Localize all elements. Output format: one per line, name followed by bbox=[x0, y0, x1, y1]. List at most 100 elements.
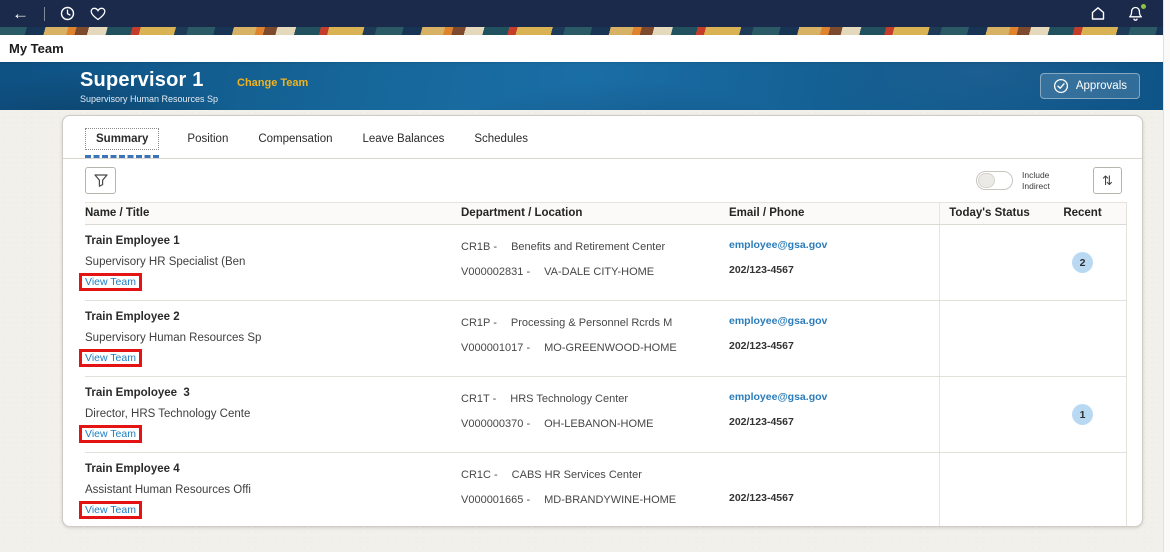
location: MO-GREENWOOD-HOME bbox=[544, 342, 677, 354]
dept-name: CABS HR Services Center bbox=[511, 469, 642, 481]
email-link[interactable]: employee@gsa.gov bbox=[729, 239, 939, 252]
employee-name: Train Empoloyee 3 bbox=[85, 387, 190, 399]
view-team-link[interactable]: View Team bbox=[85, 352, 136, 364]
notification-dot bbox=[1141, 3, 1146, 9]
header-email-phone: Email / Phone bbox=[729, 207, 805, 219]
tab-bar: Summary Position Compensation Leave Bala… bbox=[63, 116, 1142, 159]
annotation-highlight-box: View Team bbox=[79, 425, 142, 443]
view-team-link[interactable]: View Team bbox=[85, 504, 136, 516]
change-team-link[interactable]: Change Team bbox=[237, 77, 308, 89]
page-title: My Team bbox=[9, 41, 64, 56]
recent-cell: 1 bbox=[1039, 377, 1126, 452]
annotation-highlight-box: View Team bbox=[79, 273, 142, 291]
annotation-highlight-box: View Team bbox=[79, 501, 142, 519]
include-indirect-label: Include Indirect bbox=[1022, 169, 1050, 191]
approvals-label: Approvals bbox=[1075, 80, 1127, 92]
topbar-left-group: ← bbox=[12, 5, 106, 22]
position-code: V000002831 - bbox=[461, 266, 531, 278]
email-link[interactable]: employee@gsa.gov bbox=[729, 391, 939, 404]
funnel-icon bbox=[93, 174, 108, 187]
my-team-card: Summary Position Compensation Leave Bala… bbox=[62, 115, 1143, 527]
location: VA-DALE CITY-HOME bbox=[544, 266, 655, 278]
team-table: Name / Title Department / Location Email… bbox=[79, 202, 1127, 526]
table-row: Train Employee 1 Supervisory HR Speciali… bbox=[79, 225, 1126, 301]
dept-code: CR1C - bbox=[461, 469, 498, 481]
include-indirect-toggle[interactable] bbox=[976, 171, 1013, 190]
supervisor-job-title: Supervisory Human Resources Sp bbox=[80, 94, 219, 104]
tab-leave-balances[interactable]: Leave Balances bbox=[361, 128, 447, 158]
position-code: V000000370 - bbox=[461, 418, 531, 430]
decorative-mosaic-strip bbox=[0, 27, 1170, 35]
back-icon[interactable]: ← bbox=[12, 5, 29, 22]
employee-name: Train Employee 1 bbox=[85, 235, 180, 247]
recent-history-clock-icon[interactable] bbox=[60, 6, 75, 21]
tab-compensation[interactable]: Compensation bbox=[256, 128, 334, 158]
topbar-right-group bbox=[1090, 3, 1146, 22]
view-team-link[interactable]: View Team bbox=[85, 276, 136, 288]
recent-cell bbox=[1039, 453, 1126, 526]
table-row: Train Empoloyee 3 Director, HRS Technolo… bbox=[79, 377, 1126, 453]
supervisor-info: Supervisor 1 Supervisory Human Resources… bbox=[80, 69, 218, 104]
table-row: Train Employee 2 Supervisory Human Resou… bbox=[79, 301, 1126, 377]
approvals-check-icon bbox=[1053, 78, 1069, 94]
email-placeholder bbox=[729, 467, 939, 480]
toggle-knob bbox=[978, 173, 995, 188]
position-code: V000001665 - bbox=[461, 494, 531, 506]
table-header-row: Name / Title Department / Location Email… bbox=[85, 202, 1126, 225]
todays-status-cell bbox=[939, 301, 1039, 376]
header-department-location: Department / Location bbox=[461, 207, 583, 219]
app-screen: ← My Team Supervisor 1 Supervisory Human… bbox=[0, 0, 1170, 552]
header-name-title: Name / Title bbox=[85, 207, 150, 219]
toolbar-right-group: Include Indirect ⇅ bbox=[976, 167, 1122, 194]
list-toolbar: Include Indirect ⇅ bbox=[63, 159, 1142, 201]
location: OH-LEBANON-HOME bbox=[544, 418, 654, 430]
employee-title: Assistant Human Resources Offi bbox=[85, 484, 251, 496]
favorites-heart-icon[interactable] bbox=[90, 7, 106, 21]
recent-count-badge: 2 bbox=[1072, 252, 1093, 273]
phone-number: 202/123-4567 bbox=[729, 340, 794, 352]
employee-name: Train Employee 2 bbox=[85, 311, 180, 323]
employee-title: Supervisory Human Resources Sp bbox=[85, 332, 262, 344]
dept-code: CR1T - bbox=[461, 393, 497, 405]
employee-title: Supervisory HR Specialist (Ben bbox=[85, 256, 246, 268]
tab-summary[interactable]: Summary bbox=[85, 128, 160, 158]
phone-number: 202/123-4567 bbox=[729, 416, 794, 428]
notifications-bell-icon[interactable] bbox=[1128, 3, 1146, 22]
recent-cell bbox=[1039, 301, 1126, 376]
email-link[interactable]: employee@gsa.gov bbox=[729, 315, 939, 328]
sort-arrows-icon: ⇅ bbox=[1102, 172, 1113, 188]
employee-title: Director, HRS Technology Cente bbox=[85, 408, 251, 420]
phone-number: 202/123-4567 bbox=[729, 492, 794, 504]
dept-code: CR1B - bbox=[461, 241, 498, 253]
sort-button[interactable]: ⇅ bbox=[1093, 167, 1122, 194]
todays-status-cell bbox=[939, 453, 1039, 526]
todays-status-cell bbox=[939, 377, 1039, 452]
supervisor-name: Supervisor 1 bbox=[80, 69, 204, 91]
recent-cell: 2 bbox=[1039, 225, 1126, 300]
tab-schedules[interactable]: Schedules bbox=[472, 128, 530, 158]
header-todays-status: Today's Status bbox=[939, 203, 1039, 224]
scrollbar[interactable] bbox=[1163, 0, 1170, 552]
top-chrome-bar: ← bbox=[0, 0, 1163, 27]
filter-button[interactable] bbox=[85, 167, 116, 194]
tab-position[interactable]: Position bbox=[185, 128, 230, 158]
supervisor-banner: Supervisor 1 Supervisory Human Resources… bbox=[0, 62, 1170, 110]
todays-status-cell bbox=[939, 225, 1039, 300]
location: MD-BRANDYWINE-HOME bbox=[544, 494, 677, 506]
dept-name: Benefits and Retirement Center bbox=[511, 241, 666, 253]
dept-name: Processing & Personnel Rcrds M bbox=[510, 317, 673, 329]
home-icon[interactable] bbox=[1090, 6, 1106, 21]
view-team-link[interactable]: View Team bbox=[85, 428, 136, 440]
annotation-highlight-box: View Team bbox=[79, 349, 142, 367]
page-title-bar: My Team bbox=[0, 35, 1170, 62]
topbar-divider bbox=[44, 6, 45, 21]
employee-name: Train Employee 4 bbox=[85, 463, 180, 475]
approvals-button[interactable]: Approvals bbox=[1039, 73, 1140, 99]
phone-number: 202/123-4567 bbox=[729, 264, 794, 276]
position-code: V000001017 - bbox=[461, 342, 531, 354]
dept-name: HRS Technology Center bbox=[510, 393, 629, 405]
table-row: Train Employee 4 Assistant Human Resourc… bbox=[79, 453, 1126, 526]
header-recent: Recent bbox=[1063, 207, 1102, 219]
dept-code: CR1P - bbox=[461, 317, 497, 329]
recent-count-badge: 1 bbox=[1072, 404, 1093, 425]
